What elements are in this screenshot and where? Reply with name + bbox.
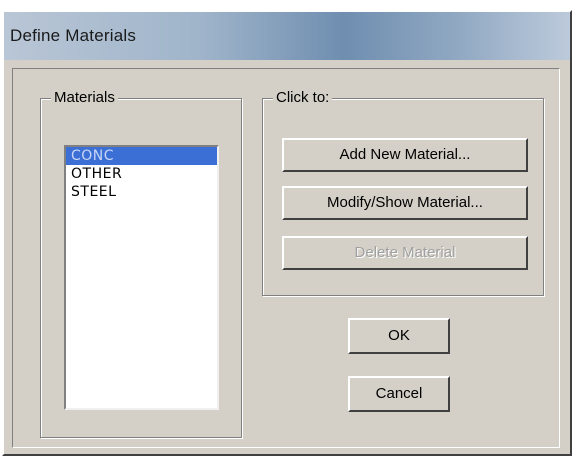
title-bar[interactable]: Define Materials: [4, 12, 570, 60]
material-item-other[interactable]: OTHER: [66, 165, 217, 183]
add-new-material-label: Add New Material...: [339, 146, 471, 163]
delete-material-button: Delete Material: [282, 236, 528, 270]
modify-show-material-button[interactable]: Modify/Show Material...: [282, 186, 528, 220]
dialog-title: Define Materials: [10, 26, 137, 45]
delete-material-label: Delete Material: [354, 244, 456, 261]
materials-listbox[interactable]: CONC OTHER STEEL: [64, 145, 219, 410]
material-item-steel[interactable]: STEEL: [66, 183, 217, 201]
materials-legend: Materials: [51, 88, 118, 108]
material-item-conc[interactable]: CONC: [66, 147, 217, 165]
ok-label: OK: [388, 327, 410, 344]
modify-show-material-label: Modify/Show Material...: [327, 194, 483, 211]
add-new-material-button[interactable]: Add New Material...: [282, 138, 528, 172]
cancel-label: Cancel: [375, 385, 423, 402]
screen: Define Materials Materials CONC OTHER ST…: [0, 0, 574, 459]
cancel-button[interactable]: Cancel: [348, 376, 450, 412]
click-to-legend: Click to:: [273, 88, 333, 108]
define-materials-dialog: Define Materials Materials CONC OTHER ST…: [2, 10, 572, 456]
ok-button[interactable]: OK: [348, 318, 450, 354]
